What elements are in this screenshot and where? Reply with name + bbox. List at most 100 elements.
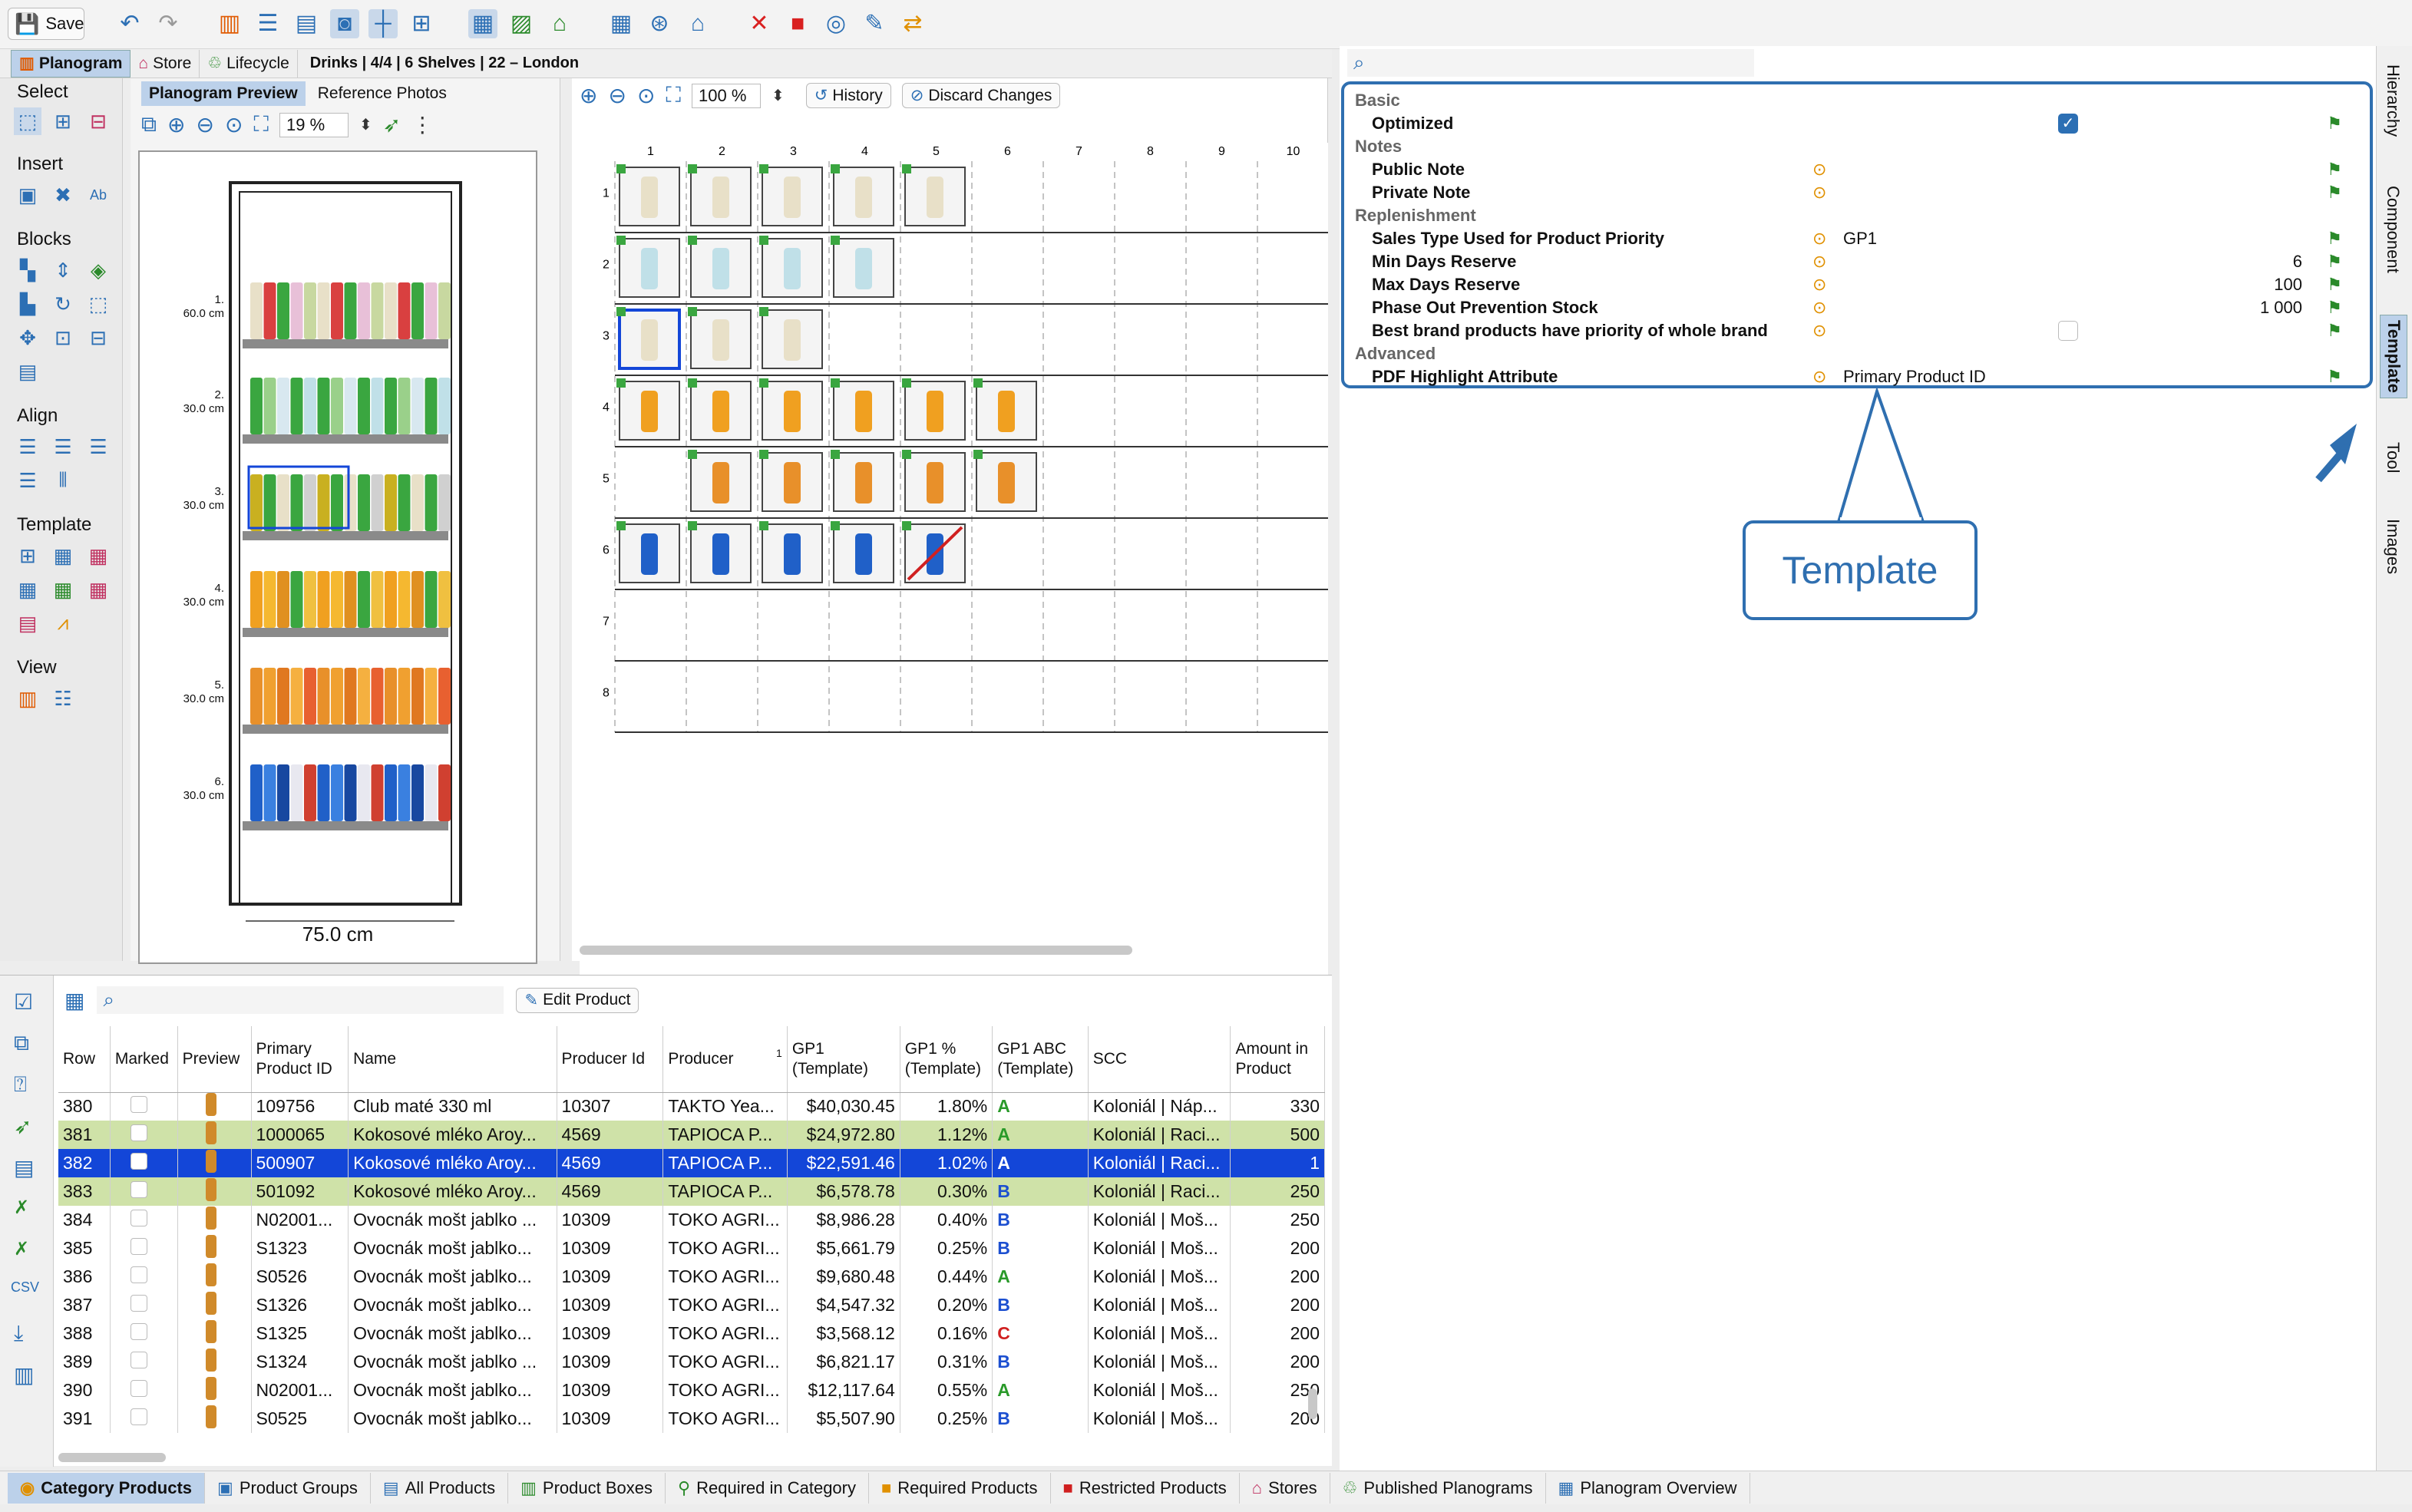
block-resize-icon[interactable]: ⇕ xyxy=(49,256,77,284)
col-marked[interactable]: Marked xyxy=(110,1026,178,1093)
columns-icon[interactable]: ▤ xyxy=(292,9,321,38)
home-icon[interactable]: ⌂ xyxy=(545,9,574,38)
grid-icon[interactable]: ▦ xyxy=(606,9,636,38)
zoom-in-icon[interactable]: ⊕ xyxy=(167,112,185,137)
marked-checkbox[interactable] xyxy=(130,1095,147,1113)
grid-zoom-in-icon[interactable]: ⊕ xyxy=(580,83,597,108)
grid-zoom-reset-icon[interactable]: ⊙ xyxy=(637,83,655,108)
table-search-input[interactable] xyxy=(121,989,504,1012)
marked-checkbox[interactable] xyxy=(130,1266,147,1283)
marked-checkbox[interactable] xyxy=(130,1408,147,1425)
import-icon[interactable]: ⤓ xyxy=(14,1321,23,1346)
layout-icon[interactable]: ▦ xyxy=(468,9,497,38)
close-icon[interactable]: ✕ xyxy=(745,9,774,38)
bottom-tab-restricted-products[interactable]: ■ Restricted Products xyxy=(1051,1472,1240,1504)
col-primary-id[interactable]: Primary Product ID xyxy=(251,1026,349,1093)
grid-zoom-stepper-icon[interactable]: ⬍ xyxy=(772,86,785,105)
template-mirror-icon[interactable]: ⩘ xyxy=(49,609,77,637)
grid-fit-icon[interactable]: ⛶ xyxy=(666,83,681,108)
pick-icon[interactable]: ➶ xyxy=(14,1114,31,1139)
help-icon[interactable]: ⍰ xyxy=(14,1072,27,1098)
table-row[interactable]: 380 109756 Club maté 330 ml 10307 TAKTO Yea.… xyxy=(58,1092,1325,1121)
fit-icon[interactable]: ⛶ xyxy=(253,112,269,137)
vtab-tool[interactable]: Tool xyxy=(2380,437,2406,477)
excel-import-icon[interactable]: ✗ xyxy=(14,1238,29,1260)
fixture-icon[interactable]: ▨ xyxy=(507,9,536,38)
table-row[interactable]: 382 500907 Kokosové mléko Aroy... 4569 TAPIO… xyxy=(58,1149,1325,1177)
block-frame-icon[interactable]: ⬚ xyxy=(84,290,112,318)
table-row[interactable]: 385 S1323 Ovocnák mošt jablko... 10309 TOKO … xyxy=(58,1234,1325,1263)
marked-checkbox[interactable] xyxy=(130,1209,147,1226)
col-gp1-abc[interactable]: GP1 ABC (Template) xyxy=(992,1026,1089,1093)
insert-product-icon[interactable]: ✖ xyxy=(49,181,77,209)
align-center-icon[interactable]: ☰ xyxy=(49,433,77,461)
table-row[interactable]: 386 S0526 Ovocnák mošt jablko... 10309 TOKO … xyxy=(58,1263,1325,1291)
marked-checkbox[interactable] xyxy=(130,1180,147,1198)
table-row[interactable]: 384 N02001... Ovocnák mošt jablko ... 10309… xyxy=(58,1206,1325,1234)
bottom-tab-planogram-overview[interactable]: ▦ Planogram Overview xyxy=(1546,1472,1750,1504)
bottom-tab-required-products[interactable]: ■ Required Products xyxy=(869,1472,1051,1504)
tab-reference-photos[interactable]: Reference Photos xyxy=(310,81,454,106)
block-move-icon[interactable]: ✥ xyxy=(14,324,41,352)
table-v-scrollbar[interactable] xyxy=(1308,1388,1317,1419)
table-h-scrollbar[interactable] xyxy=(58,1453,166,1462)
col-producer[interactable]: Producer 1 xyxy=(662,1026,788,1093)
csv-icon[interactable]: CSV xyxy=(11,1279,39,1296)
open-external-icon[interactable]: ⧉ xyxy=(141,112,157,137)
marked-checkbox[interactable] xyxy=(130,1152,147,1170)
block-add-icon[interactable]: ▚ xyxy=(14,256,41,284)
template-grid-icon[interactable]: ▦ xyxy=(14,576,41,603)
col-name[interactable]: Name xyxy=(348,1026,557,1093)
history-button[interactable]: ↺ History xyxy=(805,83,891,108)
block-split-icon[interactable]: ▙ xyxy=(14,290,41,318)
table-row[interactable]: 390 N02001... Ovocnák mošt jablko... 10309 T… xyxy=(58,1376,1325,1405)
tab-planogram[interactable]: ▥ Planogram xyxy=(11,49,131,78)
bottom-tab-published-planograms[interactable]: ♲ Published Planograms xyxy=(1330,1472,1546,1504)
eye-off-icon[interactable]: ◎ xyxy=(821,9,851,38)
table-row[interactable]: 389 S1324 Ovocnák mošt jablko ... 10309 TOKO… xyxy=(58,1348,1325,1376)
distribute-icon[interactable]: ⊞ xyxy=(407,9,436,38)
col-gp1-pct[interactable]: GP1 % (Template) xyxy=(900,1026,993,1093)
export-icon[interactable]: ⇄ xyxy=(898,9,927,38)
copy-icon[interactable]: ⧉ xyxy=(14,1031,29,1056)
grid-zoom-field[interactable]: 100 % xyxy=(692,83,762,108)
vtab-images[interactable]: Images xyxy=(2380,514,2406,579)
table-row[interactable]: 391 S0525 Ovocnák mošt jablko... 10309 TOKO … xyxy=(58,1405,1325,1433)
zoom-reset-icon[interactable]: ⊙ xyxy=(225,112,243,137)
marked-checkbox[interactable] xyxy=(130,1124,147,1141)
col-gp1[interactable]: GP1 (Template) xyxy=(787,1026,900,1093)
align-right-icon[interactable]: ☰ xyxy=(84,433,112,461)
col-row[interactable]: Row xyxy=(58,1026,111,1093)
align-left-icon[interactable]: ☰ xyxy=(14,433,41,461)
select-arrow-icon[interactable]: ⬚ xyxy=(14,107,41,135)
tab-store[interactable]: ⌂ Store xyxy=(131,49,200,78)
table-row[interactable]: 388 S1325 Ovocnák mošt jablko... 10309 TOKO … xyxy=(58,1319,1325,1348)
bottom-tab-stores[interactable]: ⌂ Stores xyxy=(1240,1472,1330,1504)
marked-checkbox[interactable] xyxy=(130,1237,147,1255)
vtab-template[interactable]: Template xyxy=(2380,315,2407,398)
store-building-icon[interactable]: ⌂ xyxy=(683,9,712,38)
edit-product-button[interactable]: ✎ Edit Product xyxy=(516,987,639,1013)
planogram-grid[interactable]: 1 2 3 4 5 6 7 8 9 10 1 2 3 4 5 6 7 8 xyxy=(580,143,1328,1018)
save-button[interactable]: 💾 Save xyxy=(8,8,84,40)
undo-icon[interactable]: ↶ xyxy=(115,9,144,38)
select-grid-icon[interactable]: ⊞ xyxy=(49,107,77,135)
redo-icon[interactable]: ↷ xyxy=(154,9,183,38)
vtab-hierarchy[interactable]: Hierarchy xyxy=(2380,60,2406,141)
col-preview[interactable]: Preview xyxy=(177,1026,252,1093)
marked-checkbox[interactable] xyxy=(130,1322,147,1340)
marked-checkbox[interactable] xyxy=(130,1294,147,1312)
block-rotate-icon[interactable]: ↻ xyxy=(49,290,77,318)
col-producer-id[interactable]: Producer Id xyxy=(557,1026,664,1093)
template-table-icon[interactable]: ▦ xyxy=(49,542,77,569)
excel-export-icon[interactable]: ✗ xyxy=(14,1197,29,1219)
block-cube-icon[interactable]: ◈ xyxy=(84,256,112,284)
view-color-icon[interactable]: ▥ xyxy=(14,685,41,712)
tab-planogram-preview[interactable]: Planogram Preview xyxy=(141,81,306,106)
col-amount[interactable]: Amount in Product xyxy=(1230,1026,1325,1093)
table-row[interactable]: 381 1000065 Kokosové mléko Aroy... 4569 TAPI… xyxy=(58,1121,1325,1149)
template-apply-icon[interactable]: ▦ xyxy=(49,576,77,603)
grid-h-scrollbar[interactable] xyxy=(580,946,1132,955)
bottom-tab-product-groups[interactable]: ▣ Product Groups xyxy=(205,1472,371,1504)
insert-shelf-icon[interactable]: ▣ xyxy=(14,181,41,209)
